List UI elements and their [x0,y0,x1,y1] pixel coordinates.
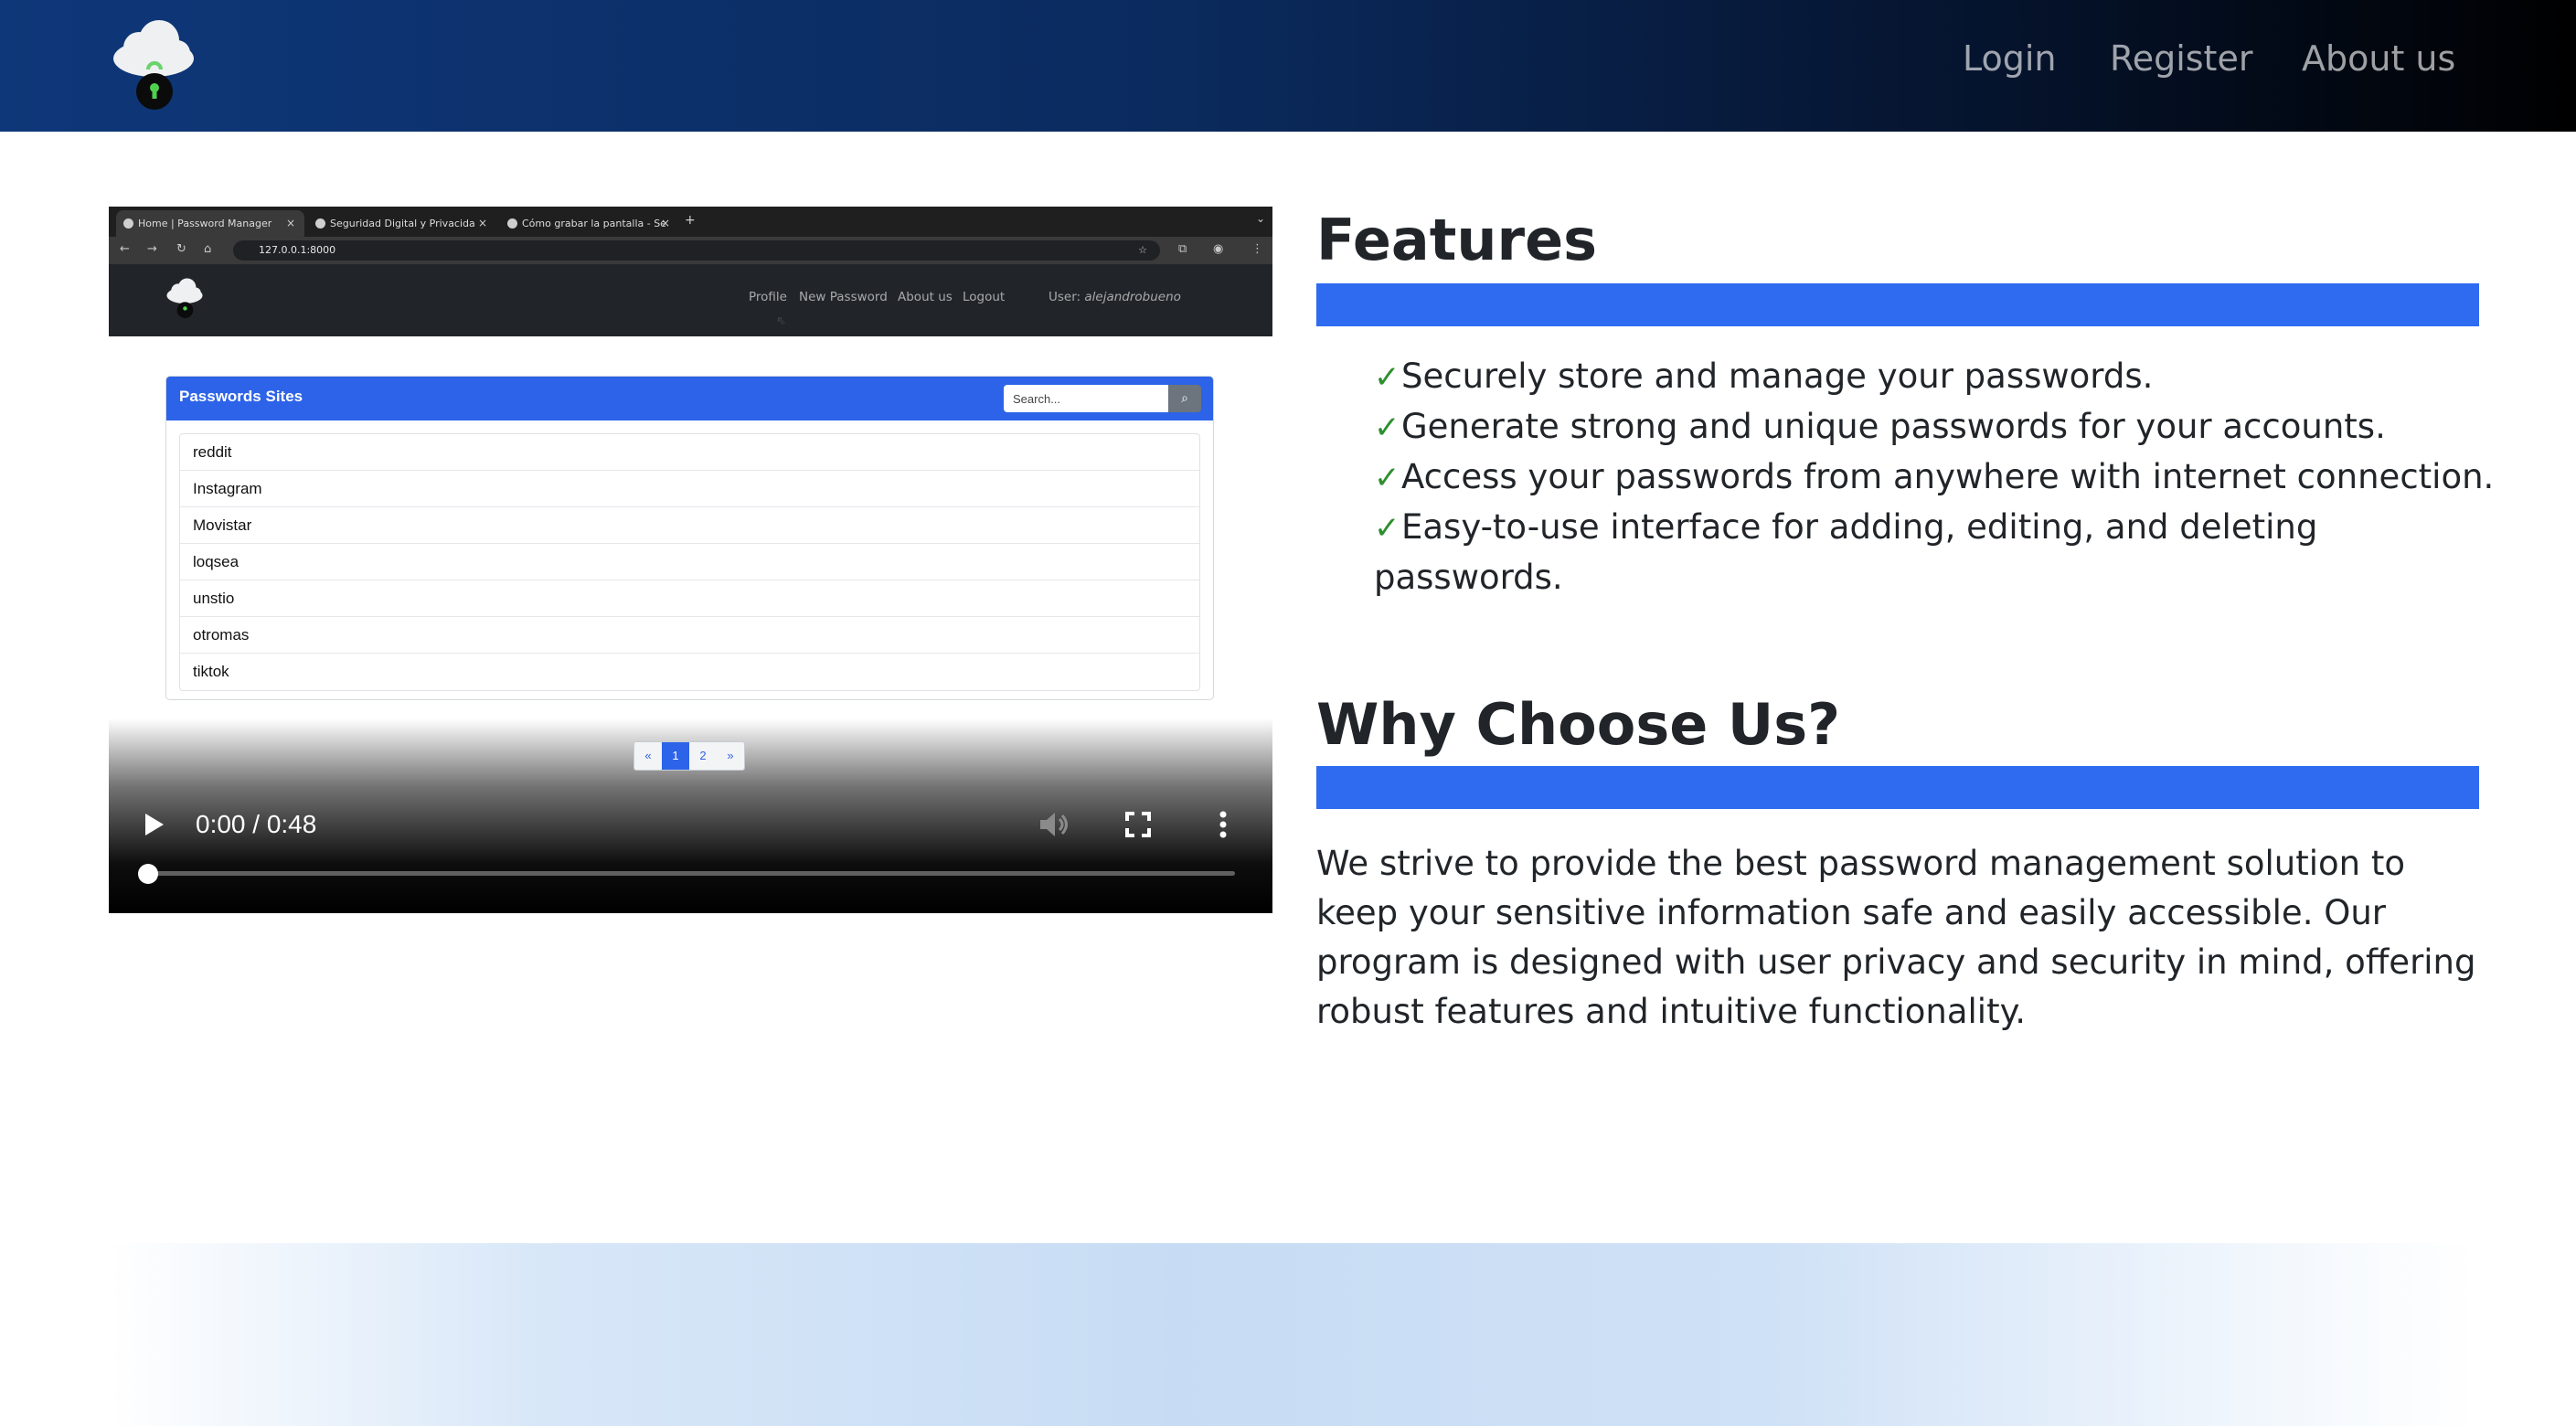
list-item: unstio [180,580,1199,617]
list-item: Instagram [180,471,1199,507]
extensions-icon: ⧉ [1178,242,1187,256]
passwords-list: reddit Instagram Movistar loqsea unstio … [179,433,1200,691]
inner-profile-link: Profile [749,290,787,304]
close-icon: × [477,217,487,229]
tab-title: Seguridad Digital y Privacida [330,218,475,229]
feature-text: Securely store and manage your passwords… [1401,356,2154,396]
cloud-favicon-icon [123,218,133,229]
video-app-navbar: Profile New Password About us Logout Use… [109,264,1272,336]
footer-gradient-band [109,1243,2480,1426]
inner-about-link: About us [898,290,953,304]
close-icon: × [660,217,670,229]
feature-item: ✓Securely store and manage your password… [1374,352,2498,402]
feature-item: ✓Access your passwords from anywhere wit… [1374,452,2498,503]
feature-item: ✓Easy-to-use interface for adding, editi… [1374,503,2498,602]
user-label: User: [1048,290,1081,304]
video-browser-tab: Seguridad Digital y Privacida × [308,210,496,237]
video-progress-thumb[interactable] [138,864,158,884]
url-text: 127.0.0.1:8000 [259,244,336,256]
passwords-card-title: Passwords Sites [179,388,303,405]
about-us-link[interactable]: About us [2302,38,2455,79]
passwords-card-header: Passwords Sites ⌕ [166,377,1213,420]
inner-new-password-link: New Password [799,290,888,304]
page-2: 2 [689,742,717,770]
list-item: reddit [180,434,1199,471]
menu-dots-icon: ⋮ [1251,242,1263,256]
home-icon: ⌂ [204,242,212,256]
more-options-icon[interactable] [1219,810,1228,839]
close-icon: × [285,217,295,229]
check-icon: ✓ [1374,410,1400,446]
video-url-box: 127.0.0.1:8000 ☆ [233,240,1160,261]
tab-search-icon: ⌄ [1255,212,1265,225]
page-next: » [717,742,744,770]
check-icon: ✓ [1374,460,1400,496]
demo-video[interactable]: Home | Password Manager × Seguridad Digi… [109,207,1272,913]
check-icon: ✓ [1374,510,1400,547]
why-divider-bar [1316,766,2479,809]
play-icon[interactable] [145,814,164,835]
volume-muted-icon[interactable] [1037,810,1070,839]
check-icon: ✓ [1374,359,1400,396]
why-title: Why Choose Us? [1316,691,1841,758]
inner-logout-link: Logout [963,290,1006,304]
feature-text: Access your passwords from anywhere with… [1401,457,2495,496]
features-list: ✓Securely store and manage your password… [1374,352,2498,602]
tab-title: Cómo grabar la pantalla - Se [522,218,666,229]
new-tab-icon: + [685,213,696,228]
features-divider-bar [1316,283,2479,326]
list-item: otromas [180,617,1199,654]
video-browser-tab: Cómo grabar la pantalla - Se × [500,210,679,237]
passwords-card: Passwords Sites ⌕ reddit Instagram Movis… [165,376,1214,700]
user-name: alejandrobueno [1084,290,1181,304]
video-time: 0:00 / 0:48 [196,810,317,838]
star-icon: ☆ [1138,244,1147,256]
reload-icon: ↻ [176,242,186,256]
list-item: loqsea [180,544,1199,580]
list-item: Movistar [180,507,1199,544]
apple-favicon-icon [507,218,517,229]
features-title: Features [1316,207,1598,273]
fullscreen-icon[interactable] [1125,812,1151,837]
top-navbar: Login Register About us [0,0,2576,132]
search-icon: ⌕ [1168,385,1201,412]
forward-icon: → [147,242,157,256]
cursor-icon: ⇖ [776,314,786,328]
video-search-input [1004,385,1168,412]
page-1: 1 [662,742,689,770]
tab-title: Home | Password Manager [138,218,272,229]
feature-text: Generate strong and unique passwords for… [1401,407,2386,446]
why-paragraph: We strive to provide the best password m… [1316,844,2476,1031]
cloud-lock-icon [166,278,203,319]
video-progress-track[interactable] [147,871,1235,876]
register-link[interactable]: Register [2110,38,2252,79]
page-prev: « [634,742,662,770]
profile-icon: ◉ [1213,242,1224,256]
video-browser-tab: Home | Password Manager × [116,210,304,237]
globe-favicon-icon [315,218,325,229]
feature-item: ✓Generate strong and unique passwords fo… [1374,402,2498,452]
inner-user-label: User: alejandrobueno [1048,290,1181,304]
video-browser-tabs: Home | Password Manager × Seguridad Digi… [109,207,1272,237]
pagination: « 1 2 » [633,741,745,771]
back-icon: ← [120,242,130,256]
list-item: tiktok [193,663,229,680]
cloud-lock-icon[interactable] [108,13,199,112]
login-link[interactable]: Login [1963,38,2057,79]
feature-text: Easy-to-use interface for adding, editin… [1374,507,2318,597]
video-browser-toolbar: ← → ↻ ⌂ 127.0.0.1:8000 ☆ ⧉ ◉ ⋮ [109,237,1272,264]
